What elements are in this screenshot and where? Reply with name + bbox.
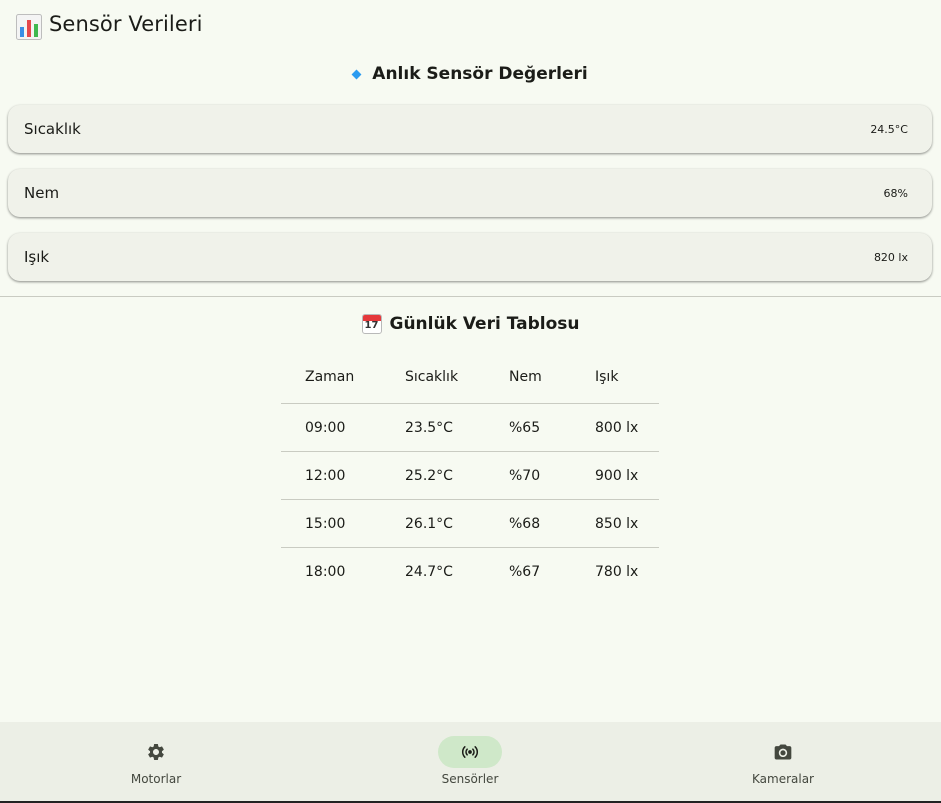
table-cell: %67: [509, 563, 541, 580]
table-cell: 900 lx: [595, 451, 659, 500]
table-cell: 18:00: [305, 563, 346, 580]
table-cell: 23.5°C: [405, 403, 509, 452]
table-cell: 26.1°C: [405, 499, 509, 548]
calendar-icon: 17: [361, 314, 382, 334]
table-cell: 850 lx: [595, 499, 659, 548]
nav-item-sensors[interactable]: Sensörler: [370, 722, 570, 803]
sensor-label: Nem: [24, 184, 60, 202]
table-cell: 24.7°C: [405, 563, 453, 580]
table-cell: %68: [509, 499, 595, 548]
table-cell: %65: [509, 403, 595, 452]
daily-table-heading: 17 Günlük Veri Tablosu: [0, 314, 941, 334]
sensor-label: Sıcaklık: [24, 120, 81, 138]
daily-table-title: Günlük Veri Tablosu: [389, 314, 580, 334]
blue-diamond-icon: [351, 69, 362, 79]
table-cell: 25.2°C: [405, 451, 509, 500]
nav-item-motors[interactable]: Motorlar: [56, 722, 256, 803]
table-row: 12:00 25.2°C %70 900 lx: [281, 451, 659, 500]
table-row: 09:00 23.5°C %65 800 lx: [281, 403, 659, 452]
sensor-label: Işık: [24, 248, 50, 266]
table-cell: 12:00: [281, 451, 405, 500]
column-header-light: Işık: [595, 351, 659, 404]
nav-label: Kameralar: [752, 772, 814, 786]
section-divider: [0, 296, 941, 297]
sensor-value: 24.5°C: [870, 123, 908, 136]
page-title: Sensör Verileri: [49, 12, 203, 36]
bottom-navigation: Motorlar Sensörler Kameralar: [0, 722, 941, 803]
nav-item-cameras[interactable]: Kameralar: [683, 722, 883, 803]
column-header-humidity: Nem: [509, 351, 595, 404]
table-cell: 800 lx: [595, 403, 659, 452]
sensor-value: 820 lx: [873, 251, 908, 264]
table-cell: 15:00: [281, 499, 405, 548]
gear-icon: [148, 744, 164, 760]
table-cell: 780 lx: [595, 563, 639, 580]
camera-icon: [774, 744, 792, 760]
table-row: 15:00 26.1°C %68 850 lx: [281, 499, 659, 548]
instant-values-title: Anlık Sensör Değerleri: [372, 64, 588, 84]
table-header-row: Zaman Sıcaklık Nem Işık: [281, 351, 659, 404]
sensor-card-temperature[interactable]: Sıcaklık 24.5°C: [8, 105, 932, 153]
sensor-card-humidity[interactable]: Nem 68%: [8, 169, 932, 217]
column-header-time: Zaman: [281, 351, 405, 404]
daily-data-table: Zaman Sıcaklık Nem Işık 09:00 23.5°C %65…: [281, 351, 659, 595]
bar-chart-icon: [16, 14, 42, 40]
instant-values-heading: Anlık Sensör Değerleri: [0, 64, 941, 84]
nav-label: Motorlar: [130, 772, 182, 786]
table-cell: %70: [509, 451, 595, 500]
table-row: 18:00 24.7°C %67 780 lx: [281, 548, 659, 596]
nav-label: Sensörler: [441, 772, 499, 786]
sensor-card-light[interactable]: Işık 820 lx: [8, 233, 932, 281]
sensors-icon: [461, 746, 479, 758]
table-cell: 09:00: [281, 403, 405, 452]
sensor-value: 68%: [883, 187, 908, 200]
column-header-temperature: Sıcaklık: [405, 351, 509, 404]
app-bar: Sensör Verileri: [0, 0, 941, 52]
